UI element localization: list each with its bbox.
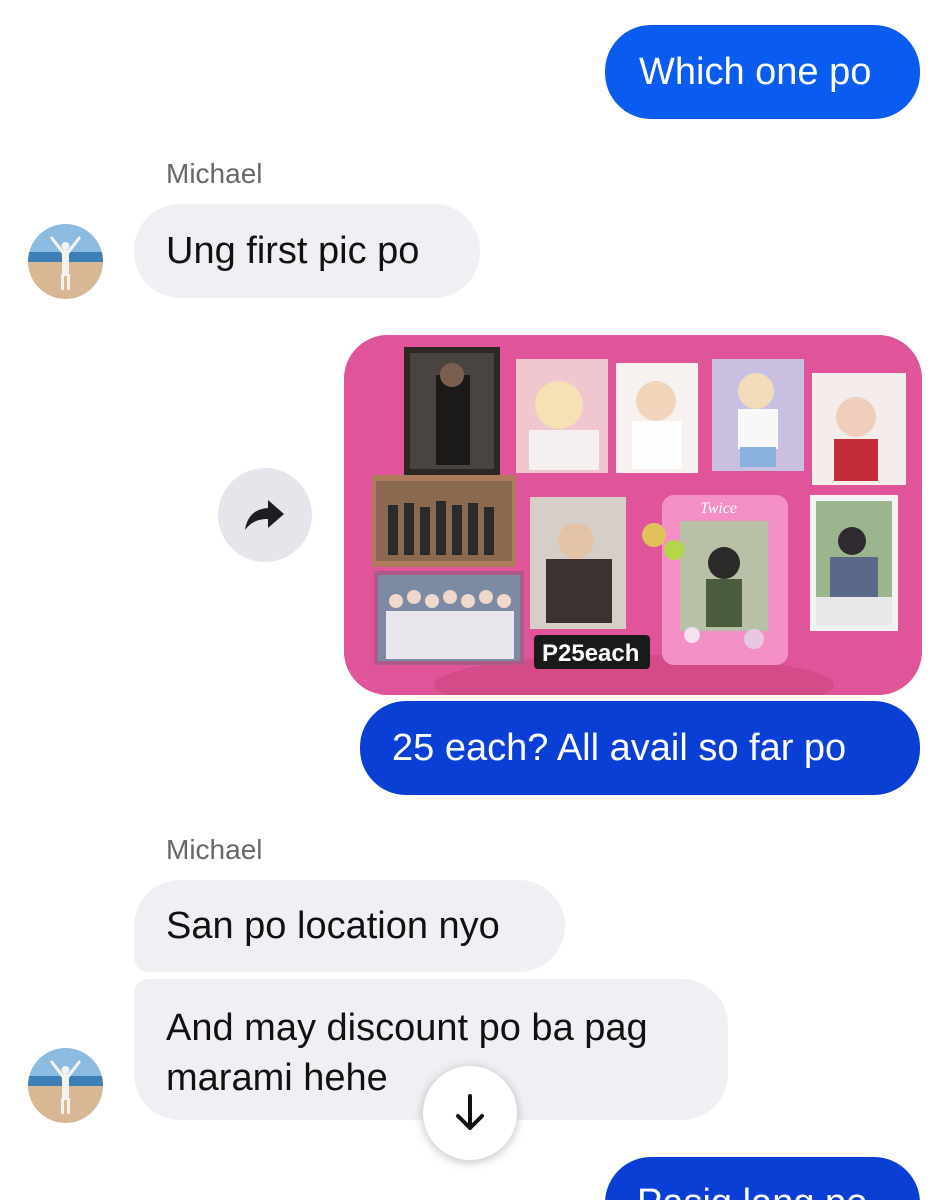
scroll-to-bottom-button[interactable]: [423, 1066, 517, 1160]
svg-text:Twice: Twice: [700, 500, 737, 517]
shared-photo[interactable]: Twice P25each: [344, 335, 922, 695]
photocard-holder: Twice: [662, 495, 788, 665]
message-bubble-incoming[interactable]: San po location nyo: [134, 880, 565, 972]
photocard: [404, 347, 500, 475]
photocard: [516, 359, 608, 473]
photocard: [616, 363, 698, 473]
photocard: [374, 571, 524, 665]
forward-arrow-icon: [245, 500, 284, 530]
photocard: [530, 497, 626, 629]
price-caption: P25each: [542, 640, 639, 667]
photocard: [712, 359, 804, 471]
message-bubble-incoming[interactable]: Ung first pic po: [134, 204, 480, 298]
message-bubble-outgoing[interactable]: Which one po: [605, 25, 920, 119]
contact-avatar[interactable]: [28, 224, 103, 299]
message-text: 25 each? All avail so far po: [392, 727, 847, 769]
contact-avatar[interactable]: [28, 1048, 103, 1123]
photocard: [372, 475, 516, 567]
message-bubble-outgoing[interactable]: Pasig lang po: [605, 1157, 920, 1200]
photocard: [812, 373, 906, 485]
message-text: Pasig lang po: [637, 1182, 867, 1200]
message-text: San po location nyo: [166, 905, 500, 947]
message-text: Ung first pic po: [166, 230, 420, 272]
photocard: [810, 495, 898, 631]
forward-button[interactable]: [218, 468, 312, 562]
message-text-line: And may discount po ba pag: [166, 1007, 648, 1049]
sender-name: Michael: [166, 158, 263, 189]
sender-name: Michael: [166, 834, 263, 865]
message-text: Which one po: [639, 51, 872, 93]
message-bubble-outgoing[interactable]: 25 each? All avail so far po: [360, 701, 920, 795]
arrow-down-icon: [456, 1094, 484, 1130]
